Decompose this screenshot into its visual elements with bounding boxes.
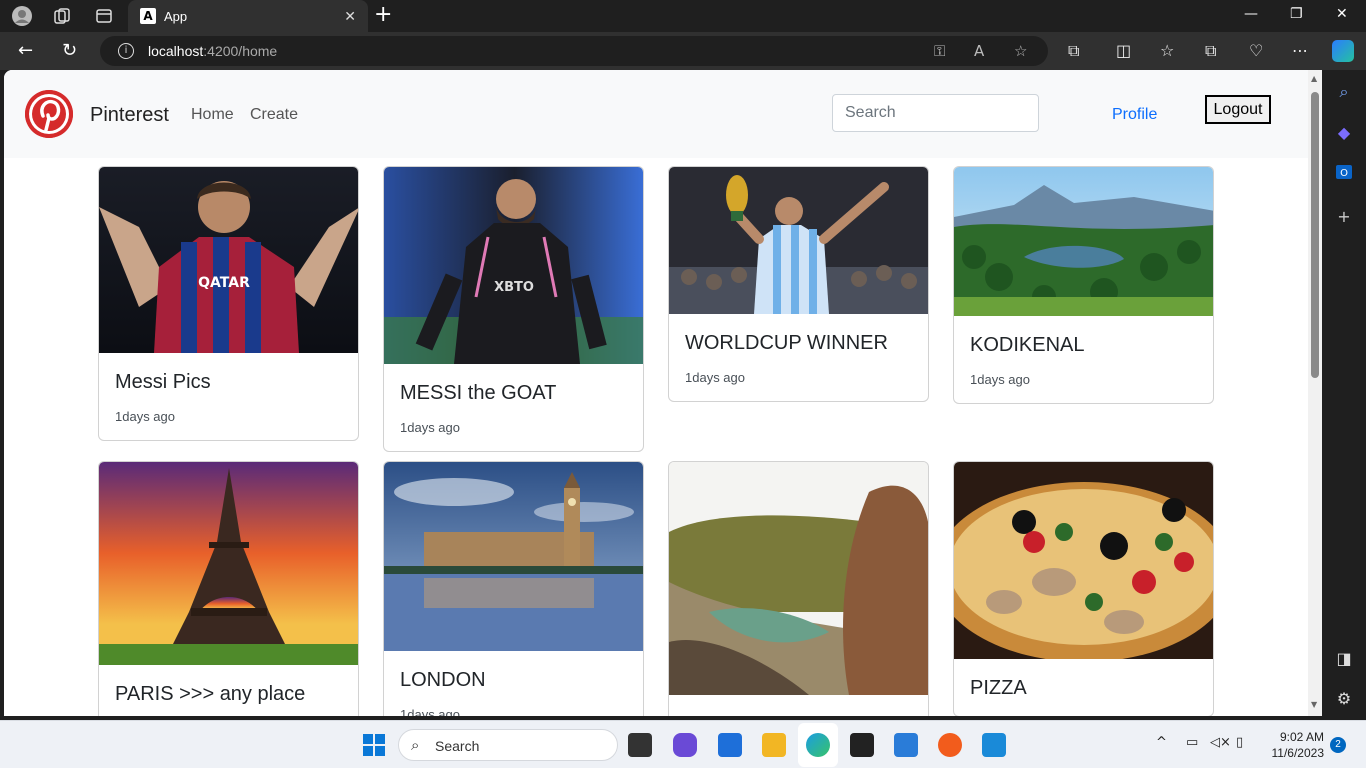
address-bar[interactable]: i localhost:4200/home ⚿ A ☆ <box>100 36 1048 66</box>
scroll-up-icon[interactable]: ▲ <box>1311 74 1317 83</box>
svg-text:O: O <box>1340 168 1348 179</box>
search-input[interactable] <box>832 94 1039 132</box>
system-clock[interactable]: 9:02 AM 11/6/2023 <box>1262 729 1325 761</box>
sidebar-settings-icon[interactable]: ⚙ <box>1334 688 1354 708</box>
battery-icon[interactable]: ▯ <box>1236 735 1243 750</box>
profile-link[interactable]: Profile <box>1112 106 1157 124</box>
card-date: 1days ago <box>970 372 1030 387</box>
eiffel-tower-sunset-image <box>99 462 358 665</box>
favorites-icon[interactable]: ☆ <box>1160 41 1174 60</box>
rocky-beach-cove-image <box>669 462 928 695</box>
store-icon[interactable] <box>718 733 742 757</box>
card-title: KODIKENAL <box>970 334 1085 356</box>
task-view-icon[interactable] <box>628 733 652 757</box>
pin-card[interactable]: KODIKENAL 1days ago <box>953 166 1214 404</box>
tray-chevron-icon[interactable]: ^ <box>1156 735 1167 750</box>
outlook-icon[interactable]: O <box>1334 162 1354 182</box>
taskbar-search[interactable]: ⌕ Search <box>398 729 618 761</box>
clock-date: 11/6/2023 <box>1271 746 1325 760</box>
pin-card[interactable]: PIZZA <box>953 461 1214 716</box>
logout-button[interactable]: Logout <box>1205 95 1271 124</box>
svg-text:QATAR: QATAR <box>198 275 250 291</box>
new-tab-icon[interactable]: + <box>374 4 392 26</box>
pin-card[interactable]: WORLDCUP WINNER 1days ago <box>668 166 929 402</box>
more-menu-icon[interactable]: ⋯ <box>1292 41 1308 60</box>
profile-avatar-icon[interactable] <box>12 6 32 26</box>
app-window-icon[interactable] <box>894 733 918 757</box>
browser-tab-active[interactable]: A App ✕ <box>128 0 368 32</box>
angular-favicon-icon: A <box>140 8 156 24</box>
brand-name[interactable]: Pinterest <box>90 104 169 127</box>
svg-text:XBTO: XBTO <box>494 280 534 295</box>
volume-muted-icon[interactable]: ◁× <box>1210 735 1231 750</box>
hide-sidebar-icon[interactable]: ◨ <box>1334 648 1354 668</box>
pinterest-logo-icon[interactable] <box>25 90 73 138</box>
card-title: WORLDCUP WINNER <box>685 332 888 354</box>
refresh-icon[interactable]: ↻ <box>62 40 77 62</box>
teams-chat-icon[interactable] <box>673 733 697 757</box>
card-title: LONDON <box>400 669 486 691</box>
search-icon: ⌕ <box>411 736 420 754</box>
card-title: PIZZA <box>970 677 1027 699</box>
restore-icon[interactable]: ❐ <box>1290 6 1303 22</box>
edge-sidebar: ⌕ ◆ O + ◨ ⚙ <box>1322 70 1366 720</box>
copilot-sidebar-icon[interactable]: ◆ <box>1334 122 1354 142</box>
terminal-icon[interactable] <box>850 733 874 757</box>
nav-link-home[interactable]: Home <box>191 106 234 124</box>
vscode-icon[interactable] <box>982 733 1006 757</box>
read-aloud-icon[interactable]: A <box>974 42 984 60</box>
key-icon[interactable]: ⚿ <box>934 42 945 60</box>
scroll-down-icon[interactable]: ▼ <box>1311 700 1317 709</box>
card-date: 1days ago <box>685 370 745 385</box>
nav-link-create[interactable]: Create <box>250 106 298 124</box>
workspaces-icon[interactable] <box>52 6 72 26</box>
tab-title: App <box>164 8 188 24</box>
browser-essentials-icon[interactable]: ♡ <box>1249 41 1263 60</box>
notification-badge[interactable]: 2 <box>1330 737 1346 753</box>
window-close-icon[interactable]: ✕ <box>1336 6 1348 22</box>
split-screen-icon[interactable]: ◫ <box>1116 41 1131 60</box>
tab-actions-icon[interactable] <box>94 6 114 26</box>
card-title: PARIS >>> any place <box>115 683 306 705</box>
card-title: Messi Pics <box>115 371 211 393</box>
pin-card[interactable] <box>668 461 929 716</box>
page-scrollbar[interactable]: ▲ ▼ <box>1308 70 1322 716</box>
browser-tab-bar: A App ✕ + — ❐ ✕ <box>0 0 1366 32</box>
card-date: 1days ago <box>400 420 460 435</box>
clock-time: 9:02 AM <box>1279 730 1324 744</box>
tab-close-icon[interactable]: ✕ <box>344 8 356 25</box>
minimize-icon[interactable]: — <box>1244 6 1258 22</box>
pin-card[interactable]: QATAR Messi Pics 1days ago <box>98 166 359 441</box>
pin-card[interactable]: PARIS >>> any place <box>98 461 359 716</box>
page-viewport: Pinterest Home Create Profile Logout QAT… <box>4 70 1322 716</box>
url-text: localhost:4200/home <box>148 43 278 59</box>
pizza-olives-image <box>954 462 1213 659</box>
windows-taskbar: ⌕ Search ^ ▭ ◁× ▯ 9:02 AM 11/6/2023 2 <box>0 720 1366 768</box>
scroll-thumb[interactable] <box>1311 92 1319 378</box>
network-icon[interactable]: ▭ <box>1186 735 1198 750</box>
back-icon[interactable]: ← <box>18 40 33 62</box>
pin-card[interactable]: XBTO MESSI the GOAT 1days ago <box>383 166 644 452</box>
london-parliament-river-image <box>384 462 643 651</box>
app-navbar: Pinterest Home Create Profile Logout <box>4 70 1308 158</box>
edge-browser-icon[interactable] <box>806 733 830 757</box>
card-date: 1days ago <box>115 409 175 424</box>
player-holding-trophy-image <box>669 167 928 314</box>
file-explorer-icon[interactable] <box>762 733 786 757</box>
copilot-icon[interactable] <box>1332 40 1354 62</box>
card-title: MESSI the GOAT <box>400 382 557 404</box>
soccer-player-red-blue-kit-image: QATAR <box>99 167 358 353</box>
site-info-icon[interactable]: i <box>118 43 134 59</box>
card-date: 1days ago <box>400 707 460 716</box>
windows-start-icon[interactable] <box>362 733 386 762</box>
search-icon[interactable]: ⌕ <box>1334 82 1354 102</box>
postman-icon[interactable] <box>938 733 962 757</box>
add-sidebar-icon[interactable]: + <box>1334 206 1354 226</box>
collections-icon[interactable]: ⧉ <box>1205 41 1216 61</box>
extensions-icon[interactable]: ⧉ <box>1068 41 1079 61</box>
pin-card[interactable]: LONDON 1days ago <box>383 461 644 716</box>
soccer-player-black-kit-image: XBTO <box>384 167 643 364</box>
favorite-star-icon[interactable]: ☆ <box>1014 42 1027 60</box>
green-valley-lake-image <box>954 167 1213 316</box>
